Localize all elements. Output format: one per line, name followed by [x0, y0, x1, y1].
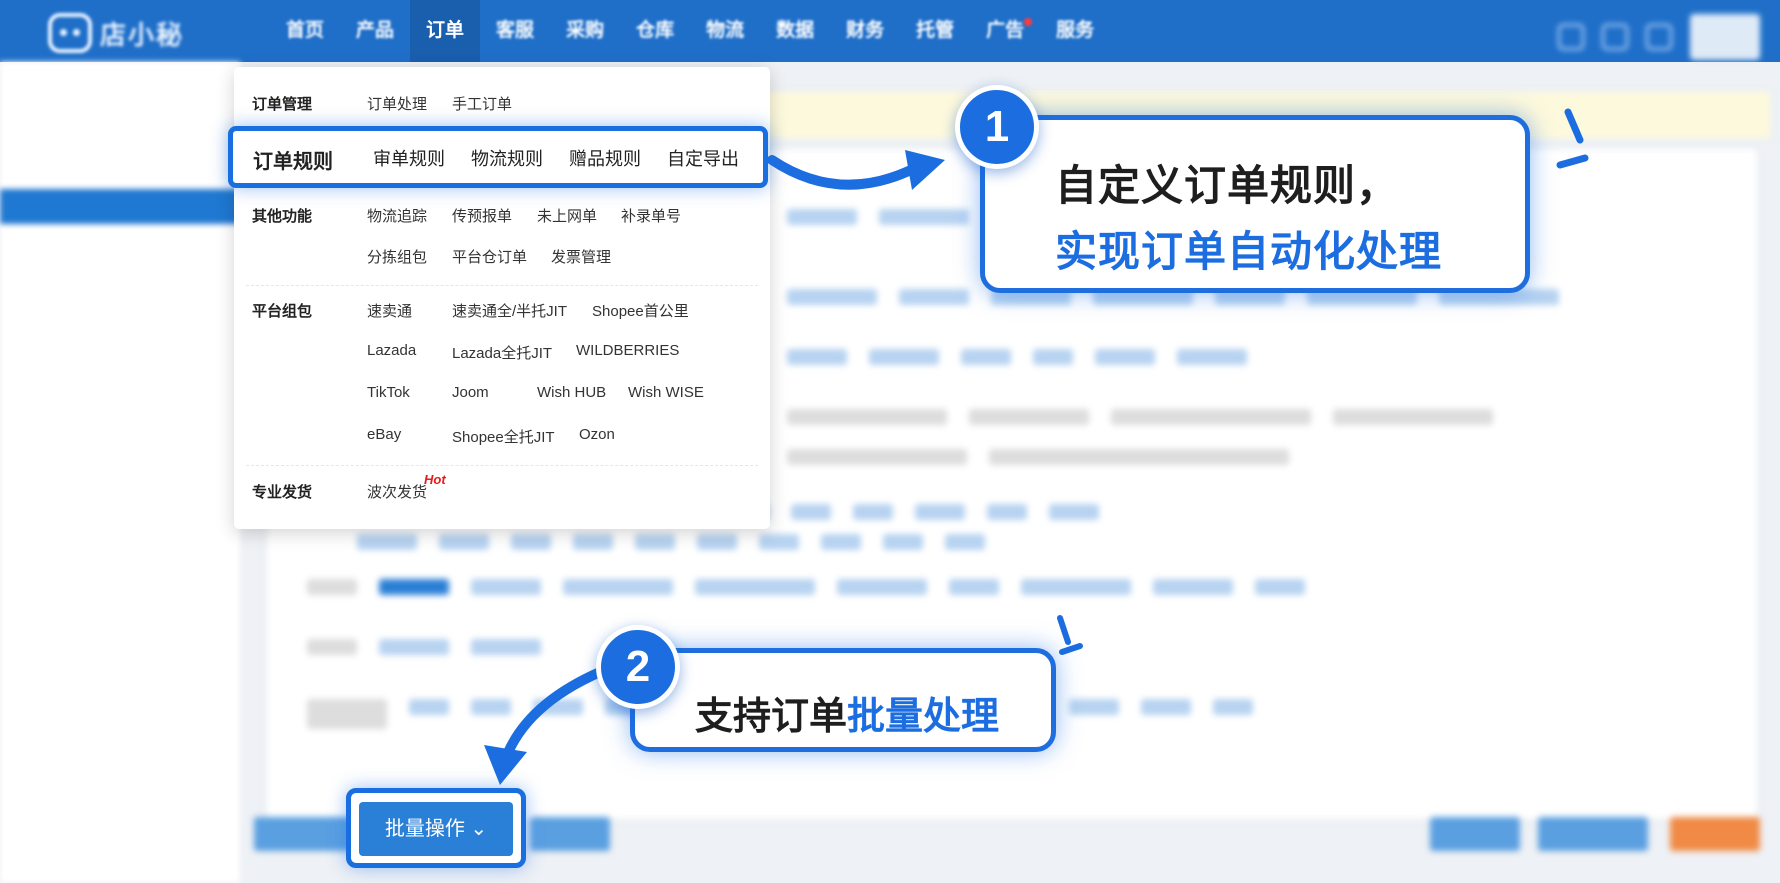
callout-1-line1: 自定义订单规则， — [1055, 162, 1400, 209]
spark-icon — [1564, 108, 1584, 144]
callout-1-line2: 实现订单自动化处理 — [1055, 228, 1443, 275]
callout-1: 自定义订单规则， 实现订单自动化处理 — [980, 115, 1530, 293]
callout-2-text-a: 支持订单 — [695, 696, 848, 738]
callout-2-text: 支持订单批量处理 — [695, 685, 999, 740]
spark-icon — [1057, 615, 1071, 645]
spark-icon — [1556, 154, 1589, 169]
callout-2-text-b: 批量处理 — [847, 696, 1000, 738]
callout-2: 支持订单批量处理 — [630, 648, 1056, 752]
arrow-1 — [767, 155, 920, 190]
arrow-2-head — [484, 745, 527, 785]
arrow-2 — [500, 667, 605, 765]
batch-operation-button[interactable]: 批量操作 ⌄ — [359, 802, 513, 856]
step-badge-1: 1 — [955, 85, 1039, 169]
batch-button-highlight: 批量操作 ⌄ — [346, 788, 526, 868]
spark-icon — [1059, 643, 1083, 655]
arrow-1-head — [905, 150, 945, 190]
step-badge-2: 2 — [596, 625, 680, 709]
